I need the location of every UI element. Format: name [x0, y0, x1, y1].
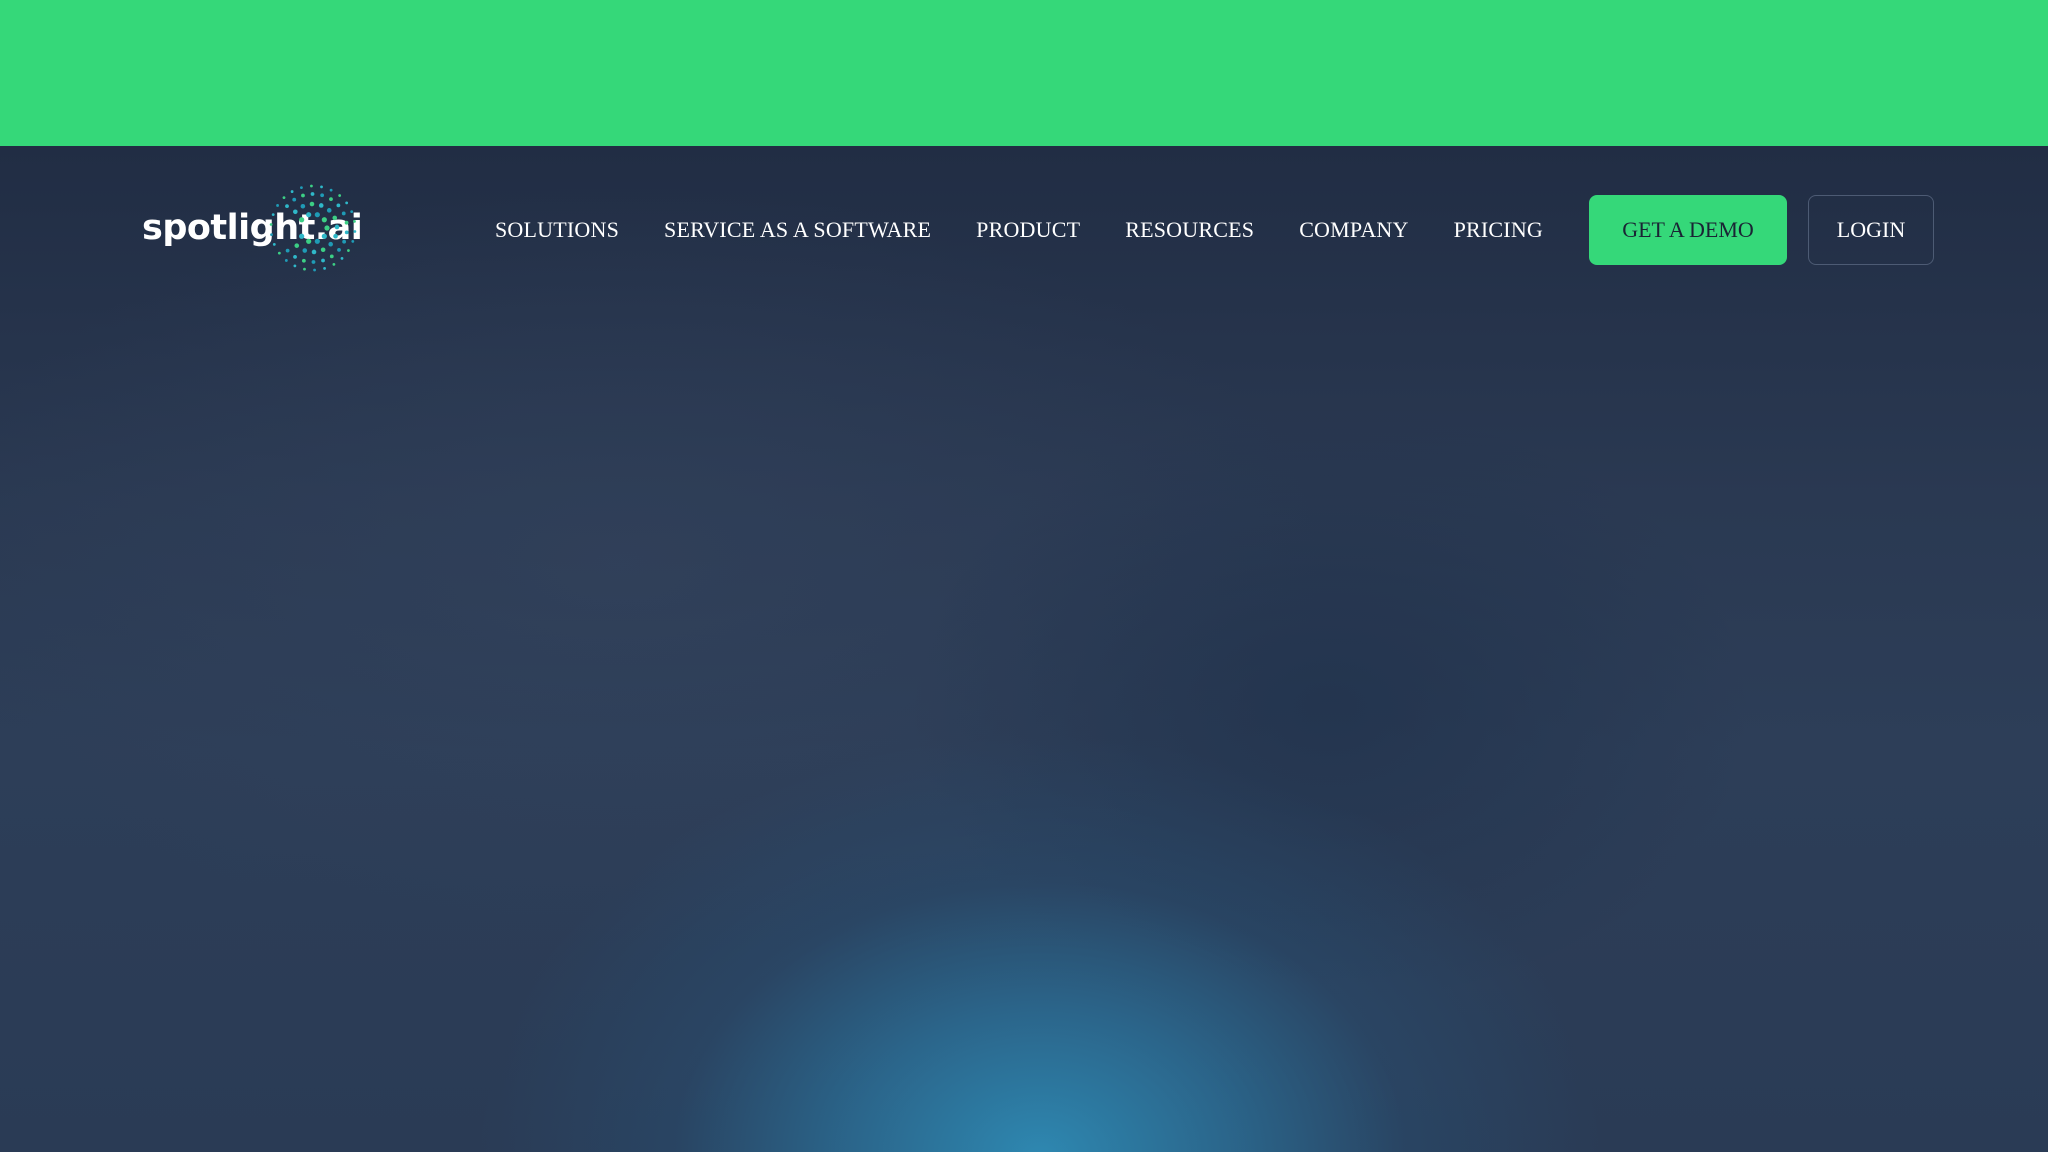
logo-dot [309, 201, 315, 207]
login-button[interactable]: LOGIN [1808, 195, 1934, 265]
logo-dot [329, 188, 333, 192]
logo-dot [306, 212, 312, 218]
logo-dot [299, 217, 305, 223]
logo-dot [284, 259, 288, 262]
logo-dot [271, 213, 275, 216]
logo-dot [272, 242, 276, 246]
logo-dot [321, 217, 327, 223]
nav-item-company[interactable]: COMPANY [1299, 217, 1408, 243]
logo-dot [303, 267, 306, 271]
logo-dot [332, 263, 336, 266]
nav-item-pricing[interactable]: PRICING [1454, 217, 1543, 243]
logo-dot [285, 204, 289, 208]
logo-dot [323, 266, 326, 270]
navbar: spotlight.ai SOLUTIONS SERVICE AS A SOFT… [0, 146, 2048, 314]
spotlight-burst-icon [269, 184, 357, 272]
logo-dot [293, 264, 297, 268]
logo-dot [351, 240, 355, 243]
logo-dot [320, 193, 325, 198]
logo-dot [341, 211, 346, 216]
logo-dot [334, 224, 340, 230]
nav-item-solutions[interactable]: SOLUTIONS [495, 217, 619, 243]
logo-dot [277, 251, 281, 255]
logo-dot [344, 220, 349, 225]
logo-dot [324, 225, 330, 231]
logo-dot [300, 186, 303, 190]
logo-dot [293, 254, 297, 259]
logo-dot [314, 238, 320, 244]
logo-dot [311, 260, 316, 264]
logo-dot [342, 239, 347, 244]
logo-dot [270, 233, 273, 237]
nav-item-service-as-a-software[interactable]: SERVICE AS A SOFTWARE [664, 217, 931, 243]
logo-dot [310, 184, 313, 188]
nav-item-product[interactable]: PRODUCT [976, 217, 1080, 243]
logo-dot [321, 258, 325, 263]
logo-dot [318, 203, 324, 208]
logo-dot [302, 248, 308, 253]
logo-dot [276, 204, 279, 207]
logo-dot [292, 197, 297, 202]
logo-dot [333, 233, 338, 239]
logo-dot [326, 208, 332, 213]
logo-link[interactable]: spotlight.ai [142, 184, 363, 272]
logo-dot [282, 196, 286, 200]
logo-dot [293, 209, 298, 215]
logo-dot [344, 230, 349, 235]
logo-dot [301, 258, 306, 263]
logo-dot [314, 212, 320, 218]
logo-dot [313, 268, 316, 272]
nav-item-resources[interactable]: RESOURCES [1125, 217, 1254, 243]
logo-dot [310, 192, 315, 196]
logo-dot [332, 215, 338, 221]
logo-dot [269, 223, 273, 226]
logo-dot [340, 256, 344, 260]
logo-dot [336, 203, 341, 208]
logo-dot [301, 193, 305, 198]
logo-dot [300, 203, 306, 209]
logo-dot [320, 185, 323, 189]
logo-dot [299, 233, 305, 239]
logo-dot [345, 201, 349, 205]
logo-dot [353, 219, 356, 223]
logo-dot [328, 241, 333, 247]
logo-dot [290, 190, 294, 193]
logo-dot [294, 243, 300, 248]
logo-dot [321, 233, 327, 239]
logo-dot [338, 194, 342, 197]
top-banner [0, 0, 2048, 146]
logo-dot [285, 248, 290, 253]
page: spotlight.ai SOLUTIONS SERVICE AS A SOFT… [0, 0, 2048, 1152]
logo-dot [329, 254, 334, 259]
get-a-demo-button[interactable]: GET A DEMO [1589, 195, 1787, 265]
logo-dot [347, 249, 350, 252]
logo-dot [337, 248, 341, 252]
logo-dot [353, 230, 357, 233]
logo-dot [311, 249, 317, 255]
logo-dot [350, 210, 354, 214]
nav-menu: SOLUTIONS SERVICE AS A SOFTWARE PRODUCT … [495, 206, 1543, 254]
logo-dot [329, 197, 333, 202]
logo-dot [320, 247, 326, 253]
logo-dot [306, 238, 312, 244]
